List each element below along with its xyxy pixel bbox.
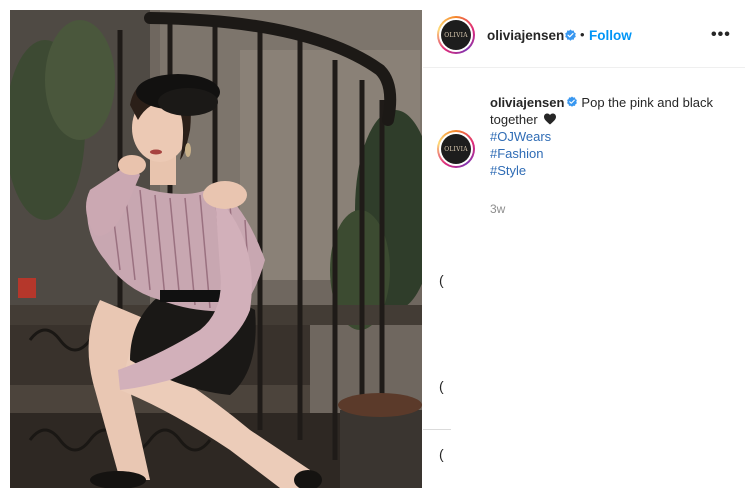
clipped-element-edge: ( — [439, 378, 444, 394]
post-timestamp[interactable]: 3w — [490, 202, 505, 216]
caption-avatar[interactable]: OLIVIA — [437, 130, 475, 168]
verified-badge-icon — [565, 29, 576, 41]
black-heart-icon — [544, 113, 557, 125]
caption-text: oliviajensen Pop the pink and black toge… — [490, 94, 730, 179]
post-photo-illustration — [10, 10, 422, 488]
follow-button[interactable]: Follow — [589, 28, 632, 43]
post-photo[interactable] — [10, 10, 422, 488]
hashtag-link[interactable]: #Fashion — [490, 145, 730, 162]
post-sidebar: OLIVIA oliviajensen • Follow ••• OLIVIA … — [423, 10, 745, 489]
caption-avatar-logo-text: OLIVIA — [444, 145, 468, 153]
more-options-icon[interactable]: ••• — [711, 26, 731, 44]
header-separator: • — [580, 27, 585, 42]
comments-divider — [423, 429, 451, 430]
author-username[interactable]: oliviajensen — [487, 28, 564, 43]
caption-verified-badge-icon — [567, 96, 578, 107]
clipped-element-edge: ( — [439, 272, 444, 288]
avatar-logo-text: OLIVIA — [444, 31, 468, 39]
clipped-element-edge: ( — [439, 446, 444, 462]
hashtag-link[interactable]: #Style — [490, 162, 730, 179]
caption-username[interactable]: oliviajensen — [490, 95, 564, 110]
author-avatar[interactable]: OLIVIA — [437, 16, 475, 54]
hashtag-link[interactable]: #OJWears — [490, 128, 730, 145]
post-header: OLIVIA oliviajensen • Follow ••• — [423, 10, 745, 68]
